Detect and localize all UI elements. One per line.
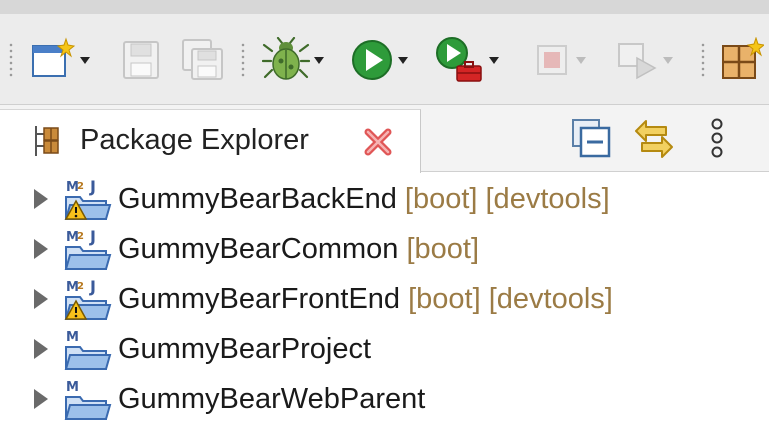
chevron-down-icon[interactable] — [663, 56, 673, 64]
project-name: GummyBearProject — [118, 333, 372, 365]
svg-text:J: J — [89, 227, 96, 246]
chevron-down-icon[interactable] — [398, 56, 408, 64]
run-icon — [352, 40, 392, 80]
expand-arrow-icon[interactable] — [34, 239, 48, 259]
external-tools-icon — [436, 37, 482, 82]
tree-row-project[interactable]: M 2 J GummyBearFrontEnd [boot] [devtools… — [0, 275, 769, 325]
svg-text:J: J — [89, 277, 96, 296]
tree-row-project[interactable]: M GummyBearWebParent — [0, 375, 769, 425]
tree-row-project[interactable]: M 2 J GummyBearBackEnd [boot] [devtools] — [0, 175, 769, 225]
save-button[interactable] — [120, 36, 164, 84]
tree-row-project[interactable]: M GummyBearProject — [0, 325, 769, 375]
save-all-icon — [182, 39, 223, 80]
project-name: GummyBearWebParent — [118, 383, 426, 415]
view-title: Package Explorer — [80, 124, 309, 156]
project-decorations: [boot] [devtools] — [408, 283, 613, 315]
bug-icon — [262, 37, 310, 80]
close-icon[interactable] — [364, 128, 392, 156]
package-explorer-view: Package Explorer M 2 J GummyBearBackEnd … — [0, 105, 769, 420]
svg-text:J: J — [89, 177, 96, 196]
expand-arrow-icon[interactable] — [34, 339, 48, 359]
maven-project-icon: M 2 J — [64, 177, 112, 220]
svg-text:2: 2 — [77, 231, 84, 242]
run-button[interactable] — [350, 36, 408, 84]
stop-button[interactable] — [532, 36, 586, 84]
maven-project-icon: M — [64, 330, 112, 370]
open-perspective-button[interactable] — [718, 36, 764, 84]
expand-arrow-icon[interactable] — [34, 189, 48, 209]
collapse-all-icon[interactable] — [570, 117, 612, 159]
view-menu-icon[interactable] — [706, 117, 728, 161]
project-decorations: [boot] [devtools] — [404, 183, 610, 215]
svg-text:M: M — [66, 330, 79, 345]
svg-text:2: 2 — [77, 281, 84, 292]
next-icon — [618, 43, 657, 80]
tree-row-project[interactable]: M 2 J GummyBearCommon [boot] — [0, 225, 769, 275]
toolbar-grip[interactable] — [240, 42, 246, 78]
view-tab-bar: Package Explorer — [0, 105, 769, 173]
project-name: GummyBearFrontEnd — [118, 283, 401, 315]
link-with-editor-icon[interactable] — [632, 117, 676, 161]
maven-project-icon: M — [64, 380, 112, 420]
next-annotation-button[interactable] — [615, 36, 673, 84]
main-toolbar — [0, 14, 769, 105]
project-decorations: [boot] — [406, 233, 480, 265]
perspective-icon — [722, 37, 764, 79]
new-wizard-icon — [32, 37, 76, 77]
svg-text:M: M — [66, 380, 79, 395]
project-name: GummyBearBackEnd — [118, 183, 397, 215]
save-icon — [123, 41, 159, 79]
svg-text:2: 2 — [77, 181, 84, 192]
chevron-down-icon[interactable] — [576, 56, 586, 64]
maven-project-icon: M 2 J — [64, 277, 112, 320]
save-all-button[interactable] — [180, 36, 226, 84]
project-name: GummyBearCommon — [118, 233, 399, 265]
window-top-edge — [0, 0, 769, 14]
debug-button[interactable] — [262, 36, 324, 84]
chevron-down-icon[interactable] — [489, 56, 499, 64]
chevron-down-icon[interactable] — [314, 56, 324, 64]
maven-project-icon: M 2 J — [64, 227, 112, 270]
toolbar-grip[interactable] — [8, 42, 14, 78]
toolbar-grip[interactable] — [700, 42, 706, 78]
package-explorer-icon — [35, 126, 59, 156]
new-wizard-button[interactable] — [30, 36, 90, 84]
expand-arrow-icon[interactable] — [34, 289, 48, 309]
expand-arrow-icon[interactable] — [34, 389, 48, 409]
tab-package-explorer[interactable]: Package Explorer — [0, 109, 421, 173]
run-external-tools-button[interactable] — [435, 36, 499, 84]
stop-icon — [537, 45, 567, 75]
chevron-down-icon[interactable] — [80, 56, 90, 64]
